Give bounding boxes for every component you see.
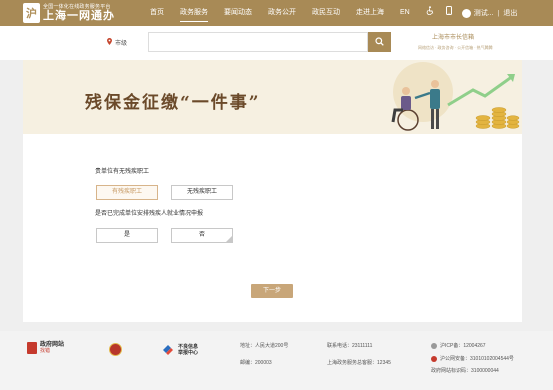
site-logo[interactable]: 沪 全国一体化在线政务服务平台 上海一网通办 [23,2,115,24]
footer-site-code-text: 政府网站标识码：3100000044 [431,368,499,374]
location-label: 市级 [115,41,128,47]
mobile-phone-icon[interactable] [445,0,452,26]
search-button[interactable] [368,32,391,52]
footer-hotline: 上海政务服务总客服：12345 [327,360,391,366]
top-header: 沪 全国一体化在线政务服务平台 上海一网通办 首页 政务服务 要闻动态 政务公开… [0,0,553,26]
question-employment-declaration: 是否已完成单位安排残疾人就业情况申报 [95,211,204,217]
footer-contact-column: 联系电话：23111111 上海政务服务总客服：12345 [327,344,391,378]
footer-phone: 联系电话：23111111 [327,343,373,349]
option-no-disabled-staff[interactable]: 无残疾职工 [171,185,233,200]
footer-police-text: 沪公网安备：31010102004544号 [440,355,514,362]
form-panel: 贵单位有无残疾职工 有残疾职工 无残疾职工 是否已完成单位安排残疾人就业情况申报… [23,134,522,322]
main-nav: 首页 政务服务 要闻动态 政务公开 政民互动 走进上海 EN 测试... | 退… [150,0,517,26]
location-selector[interactable]: 市级 [107,38,127,47]
logo-subtitle: 全国一体化在线政务服务平台 [43,3,111,10]
option-no[interactable]: 否 [171,228,233,243]
page-banner: 残保金征缴“一件事” [23,60,522,134]
user-name: 测试... [473,10,494,17]
map-pin-icon [107,38,112,47]
next-step-button[interactable]: 下一步 [251,284,293,298]
error-report-icon [27,342,37,355]
option-corner-mark [225,235,233,243]
nav-home[interactable]: 首页 [150,0,164,26]
option-has-disabled-staff[interactable]: 有残疾职工 [96,185,158,200]
page-footer: 政府网站 找错 不良信息 举报中心 地址：人民大道200号 邮编：200003 … [0,331,553,390]
banner-illustration [391,62,520,131]
logo-title: 上海一网通办 [43,9,115,22]
error-report-sub: 找错 [40,347,51,354]
footer-icp[interactable]: 沪ICP备：12004267 [431,343,514,349]
footer-icp-text: 沪ICP备：12004267 [440,342,486,349]
mayor-mailbox-links: 网络信访 · 政务咨询 · 公开信箱 · 热气腾腾 [418,45,493,50]
footer-postcode: 邮编：200003 [240,360,272,366]
user-menu[interactable]: 测试... | 退出 [461,8,517,18]
logout-link[interactable]: 退出 [503,8,517,18]
page-title: 残保金征缴“一件事” [85,93,261,113]
icp-icon [431,343,437,349]
logo-emblem: 沪 [23,3,40,23]
search-bar: 市级 上海市市长信箱 网络信访 · 政务咨询 · 公开信箱 · 热气腾腾 [0,26,553,60]
illegal-info-report-logo[interactable]: 不良信息 举报中心 [161,343,198,357]
report-center-text: 不良信息 举报中心 [178,344,198,356]
nav-gov-services[interactable]: 政务服务 [180,0,208,26]
nav-separator: | [497,9,500,17]
footer-police[interactable]: 沪公网安备：31010102004544号 [431,356,514,362]
nav-interaction[interactable]: 政民互动 [312,0,340,26]
mayor-mailbox[interactable]: 上海市市长信箱 网络信访 · 政务咨询 · 公开信箱 · 热气腾腾 [418,32,493,51]
search-icon [375,36,384,48]
logo-text: 全国一体化在线政务服务平台 上海一网通办 [43,3,115,22]
option-no-label: 否 [198,232,205,238]
option-yes[interactable]: 是 [96,228,158,243]
report-center-line2: 举报中心 [178,350,199,356]
party-gov-emblem-icon[interactable] [109,343,122,356]
error-report-text: 政府网站 找错 [40,342,64,354]
wheelchair-icon[interactable] [426,0,434,26]
search-input[interactable] [148,32,368,52]
mayor-mailbox-title: 上海市市长信箱 [431,35,474,41]
nav-gov-open[interactable]: 政务公开 [268,0,296,26]
nav-shanghai[interactable]: 走进上海 [356,0,384,26]
question-disabled-staff: 贵单位有无残疾职工 [95,169,150,175]
footer-address-column: 地址：人民大道200号 邮编：200003 [240,344,288,378]
avatar [461,8,471,18]
footer-site-code: 政府网站标识码：3100000044 [431,369,514,374]
nav-news[interactable]: 要闻动态 [224,0,252,26]
gov-site-error-report-logo[interactable]: 政府网站 找错 [27,342,64,355]
option-yes-label: 是 [123,232,130,238]
report-center-icon [161,343,175,357]
footer-address: 地址：人民大道200号 [240,343,289,349]
police-badge-icon [431,356,437,362]
footer-record-column: 沪ICP备：12004267 沪公网安备：31010102004544号 政府网… [431,343,514,381]
nav-english[interactable]: EN [400,0,410,26]
